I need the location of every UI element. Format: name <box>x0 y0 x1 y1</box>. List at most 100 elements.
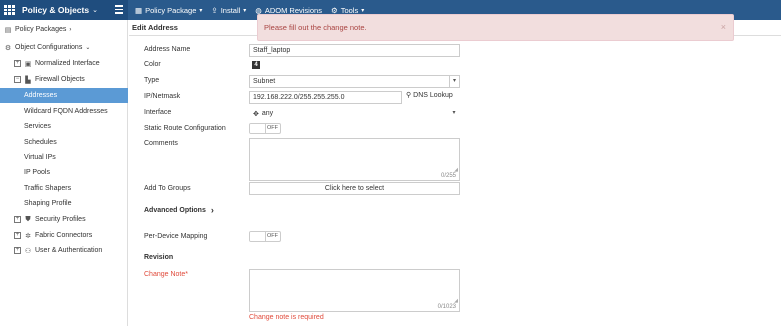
dns-lookup-label: DNS Lookup <box>413 91 453 99</box>
chevron-right-icon: › <box>69 26 72 33</box>
sidebar-item-label: Policy Packages <box>15 26 67 33</box>
chevron-down-icon: ▾ <box>199 7 203 14</box>
toggle-knob <box>250 124 266 133</box>
sidebar-item-schedules[interactable]: Schedules <box>0 135 128 150</box>
sidebar-item-addresses[interactable]: Addresses <box>0 88 128 103</box>
chevron-down-icon: ▾ <box>243 7 247 14</box>
toggle-state: OFF <box>267 233 278 239</box>
sidebar-item-object-configurations[interactable]: ⚙ Object Configurations ⌄ <box>0 40 128 55</box>
interface-label: Interface <box>144 109 172 116</box>
sidebar-item-label: Security Profiles <box>35 216 86 223</box>
fortinet-logo-icon <box>4 5 16 15</box>
firewall-icon: ▙ <box>25 76 31 84</box>
comments-textarea[interactable]: ◢ 0/255 <box>249 138 460 181</box>
shield-icon: ⛊ <box>25 215 31 223</box>
nav-label: Policy Package <box>145 5 197 15</box>
app-title[interactable]: Policy & Objects <box>22 5 89 15</box>
alert-message: Please fill out the change note. <box>264 23 367 32</box>
close-icon[interactable]: × <box>721 22 726 32</box>
sidebar-item-shaping-profile[interactable]: Shaping Profile <box>0 196 128 211</box>
comments-label: Comments <box>144 140 178 147</box>
package-icon: ▤ <box>4 26 12 34</box>
ipnetmask-label: IP/Netmask <box>144 93 181 100</box>
sidebar-item-label: Addresses <box>24 92 58 99</box>
sidebar-item-wildcard-fqdn[interactable]: Wildcard FQDN Addresses <box>0 104 128 119</box>
sidebar-item-services[interactable]: Services <box>0 119 128 134</box>
per-device-mapping-label: Per-Device Mapping <box>144 233 208 240</box>
address-name-label: Address Name <box>144 46 191 53</box>
chevron-down-icon: ▾ <box>452 110 456 116</box>
type-select[interactable]: Subnet ▾ <box>249 75 460 88</box>
address-name-input[interactable]: Staff_laptop <box>249 44 460 57</box>
nav-label: Install <box>220 5 241 15</box>
add-to-groups-label: Add To Groups <box>144 185 191 192</box>
advanced-options-label: Advanced Options <box>144 206 206 214</box>
ipnetmask-input[interactable]: 192.168.222.0/255.255.255.0 <box>249 91 402 104</box>
gear-icon: ⚙ <box>4 44 12 52</box>
edit-address-panel: Edit Address Address Name Staff_laptop C… <box>129 20 781 326</box>
type-value: Subnet <box>253 78 276 85</box>
toggle-knob <box>250 232 266 241</box>
sidebar-item-security-profiles[interactable]: + ⛊ Security Profiles <box>0 212 128 227</box>
package-icon: ▦ <box>135 5 143 15</box>
hamburger-icon[interactable] <box>115 5 123 14</box>
dns-lookup-button[interactable]: ⚲ DNS Lookup <box>406 91 453 100</box>
interface-any-icon: ✥ <box>253 110 259 118</box>
expand-icon[interactable]: + <box>14 60 21 67</box>
ipnetmask-value: 192.168.222.0/255.255.255.0 <box>253 94 345 101</box>
sidebar-item-label: Object Configurations <box>15 44 83 51</box>
app-brand[interactable]: Policy & Objects ⌄ <box>0 0 128 20</box>
interface-icon: ▣ <box>24 60 32 68</box>
change-note-textarea[interactable]: ◢ 0/1023 <box>249 269 460 312</box>
sidebar-item-ip-pools[interactable]: IP Pools <box>0 165 128 180</box>
chevron-down-icon: ⌄ <box>85 45 91 51</box>
sidebar-item-label: Wildcard FQDN Addresses <box>24 108 108 115</box>
expand-icon[interactable]: + <box>14 216 21 223</box>
sidebar-item-label: Normalized Interface <box>35 60 100 67</box>
sidebar: ▤ Policy Packages › ⚙ Object Configurati… <box>0 20 128 326</box>
sidebar-item-label: Services <box>24 123 51 130</box>
sidebar-item-label: Shaping Profile <box>24 200 72 207</box>
sidebar-item-virtual-ips[interactable]: Virtual IPs <box>0 150 128 165</box>
interface-select[interactable]: ✥ any ▾ <box>249 107 460 120</box>
sidebar-item-user-authentication[interactable]: + ⚇ User & Authentication <box>0 243 128 258</box>
sidebar-item-fabric-connectors[interactable]: + ✲ Fabric Connectors <box>0 228 128 243</box>
toggle-state: OFF <box>267 125 278 131</box>
color-label: Color <box>144 61 161 68</box>
change-note-label-text: Change Note <box>144 271 186 278</box>
revision-heading: Revision <box>144 254 174 261</box>
sidebar-item-label: Traffic Shapers <box>24 185 72 192</box>
expand-icon[interactable]: + <box>14 232 21 239</box>
sidebar-item-label: Firewall Objects <box>35 76 85 83</box>
sidebar-item-label: Fabric Connectors <box>35 232 93 239</box>
sidebar-item-firewall-objects[interactable]: − ▙ Firewall Objects <box>0 72 128 87</box>
expand-icon[interactable]: + <box>14 247 21 254</box>
connector-icon: ✲ <box>25 232 31 240</box>
nav-install[interactable]: ⇪ Install ▾ <box>211 6 246 15</box>
users-icon: ⚇ <box>24 247 32 255</box>
comments-counter: 0/255 <box>440 173 456 179</box>
search-icon: ⚲ <box>406 92 412 99</box>
change-note-counter: 0/1023 <box>437 304 456 310</box>
sidebar-item-normalized-interface[interactable]: + ▣ Normalized Interface <box>0 56 128 71</box>
required-mark: * <box>185 271 188 278</box>
sidebar-item-label: User & Authentication <box>35 247 103 254</box>
install-icon: ⇪ <box>211 5 218 15</box>
static-route-label: Static Route Configuration <box>144 125 226 132</box>
advanced-options-toggle[interactable]: Advanced Options › <box>144 205 214 215</box>
chevron-down-icon: ▾ <box>361 7 365 14</box>
sidebar-item-label: IP Pools <box>24 169 50 176</box>
static-route-toggle[interactable]: OFF <box>249 123 281 134</box>
sidebar-item-traffic-shapers[interactable]: Traffic Shapers <box>0 181 128 196</box>
collapse-icon[interactable]: − <box>14 76 21 83</box>
error-alert: Please fill out the change note. × <box>257 14 734 41</box>
sidebar-item-label: Virtual IPs <box>24 154 56 161</box>
color-picker[interactable]: 4 <box>252 61 260 69</box>
sidebar-item-policy-packages[interactable]: ▤ Policy Packages › <box>0 22 128 37</box>
chevron-down-icon: ▾ <box>449 76 459 87</box>
add-to-groups-button[interactable]: Click here to select <box>249 182 460 195</box>
per-device-mapping-toggle[interactable]: OFF <box>249 231 281 242</box>
chevron-down-icon[interactable]: ⌄ <box>92 6 98 14</box>
nav-policy-package[interactable]: ▦ Policy Package ▾ <box>135 6 202 15</box>
address-name-value: Staff_laptop <box>253 47 291 54</box>
